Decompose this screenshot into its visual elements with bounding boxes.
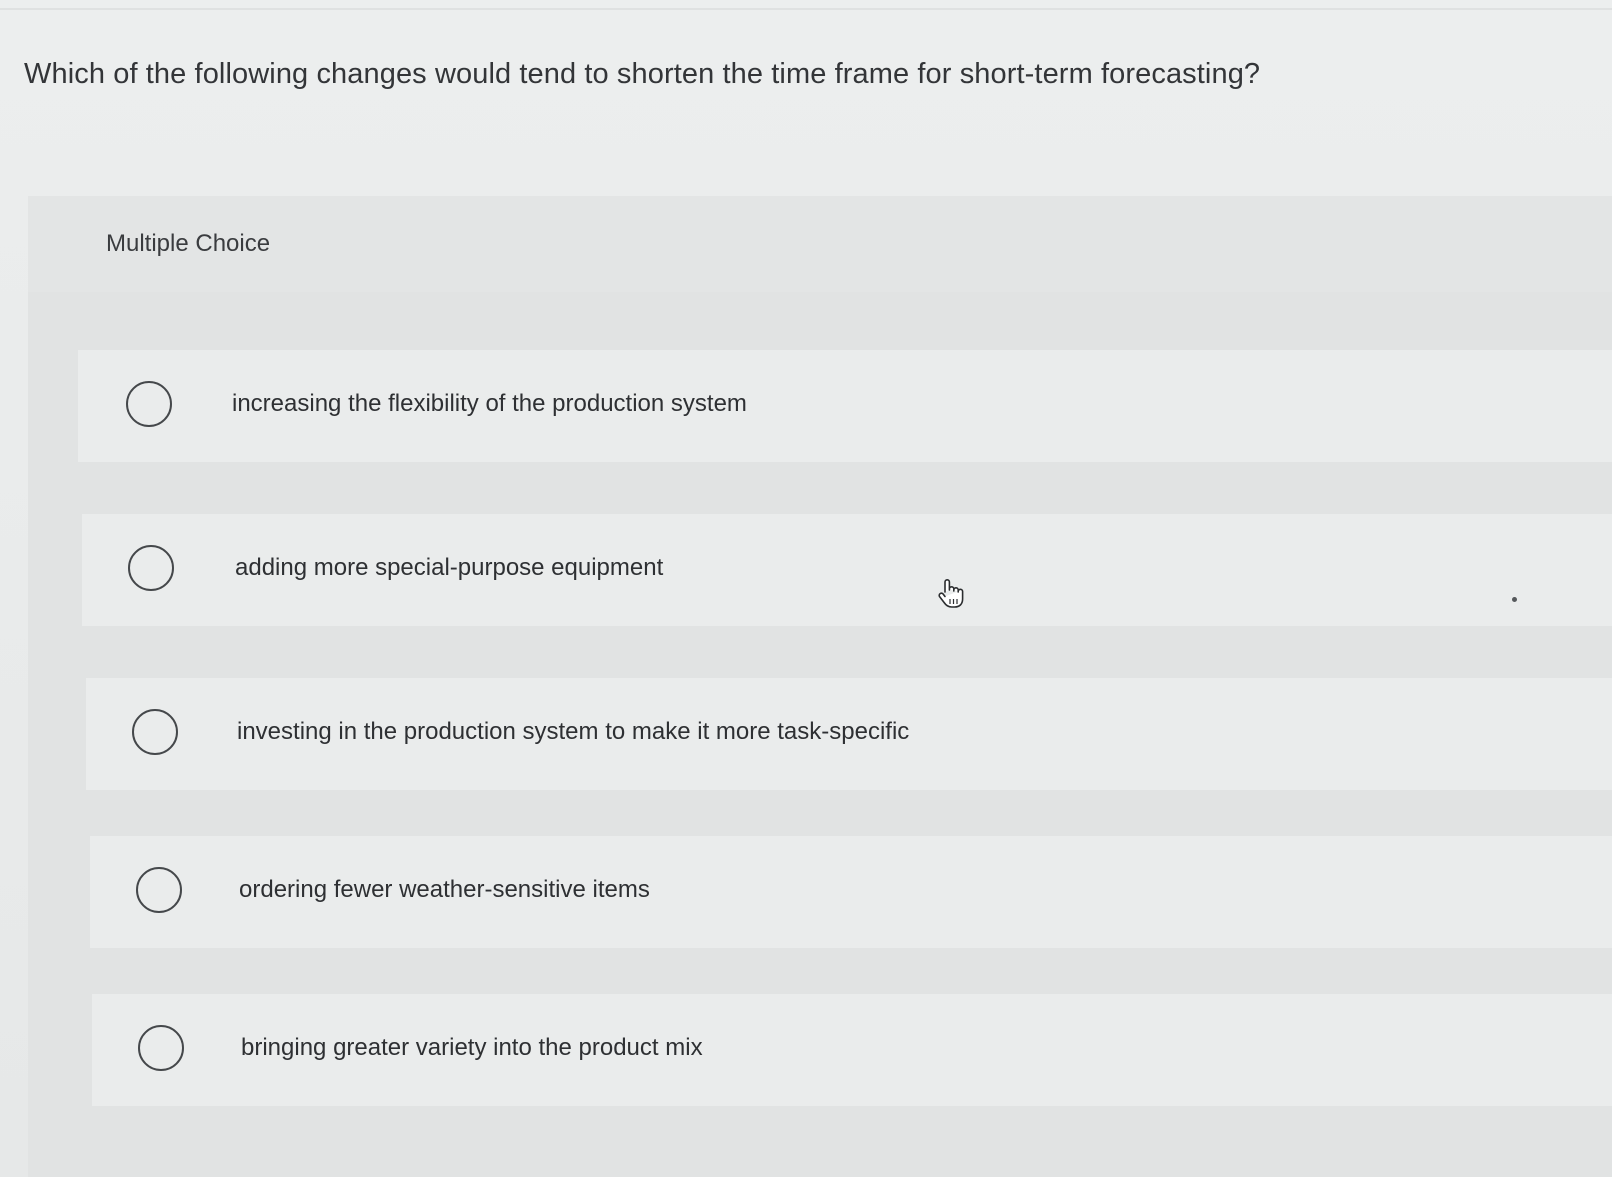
radio-unchecked-icon[interactable] bbox=[136, 867, 182, 913]
radio-unchecked-icon[interactable] bbox=[128, 545, 174, 591]
answer-option-label[interactable]: ordering fewer weather-sensitive items bbox=[239, 876, 650, 904]
screen-speck bbox=[1512, 597, 1517, 602]
question-text: Which of the following changes would ten… bbox=[24, 58, 1261, 90]
radio-unchecked-icon[interactable] bbox=[126, 381, 172, 427]
hand-pointer-cursor-icon bbox=[938, 579, 964, 608]
answer-option[interactable]: investing in the production system to ma… bbox=[86, 678, 1612, 790]
multiple-choice-panel: Multiple Choice increasing the flexibili… bbox=[28, 196, 1612, 1177]
answer-option[interactable]: ordering fewer weather-sensitive items bbox=[90, 836, 1612, 948]
answer-option[interactable]: bringing greater variety into the produc… bbox=[92, 994, 1612, 1106]
radio-unchecked-icon[interactable] bbox=[132, 709, 178, 755]
top-divider bbox=[0, 8, 1612, 10]
answer-option-label[interactable]: bringing greater variety into the produc… bbox=[241, 1034, 703, 1062]
answer-option[interactable]: adding more special-purpose equipment bbox=[82, 514, 1612, 626]
page: Which of the following changes would ten… bbox=[0, 0, 1612, 1177]
answer-option-label[interactable]: investing in the production system to ma… bbox=[237, 718, 909, 746]
answer-option-label[interactable]: increasing the flexibility of the produc… bbox=[232, 390, 747, 418]
answer-option[interactable]: increasing the flexibility of the produc… bbox=[78, 350, 1612, 462]
answer-options: increasing the flexibility of the produc… bbox=[28, 196, 1612, 1177]
answer-option-label[interactable]: adding more special-purpose equipment bbox=[235, 554, 663, 582]
radio-unchecked-icon[interactable] bbox=[138, 1025, 184, 1071]
